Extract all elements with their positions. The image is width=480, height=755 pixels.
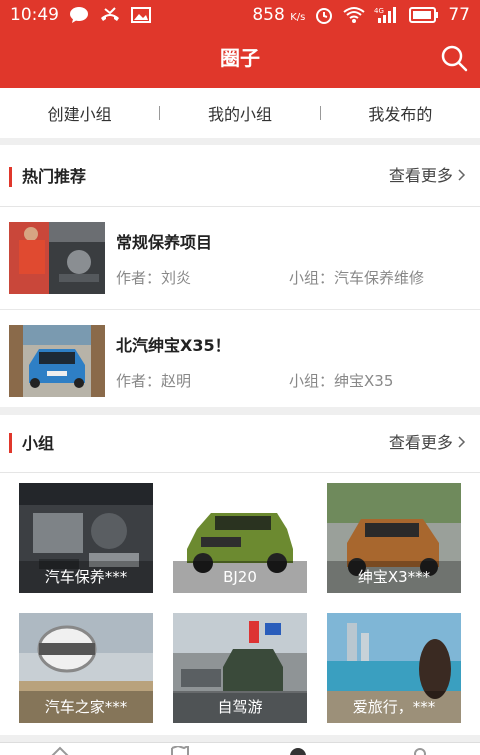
group-tabs: 创建小组 我的小组 我发布的 [0,88,480,138]
section-accent-bar [9,167,12,187]
battery-level: 77 [448,5,470,25]
wifi-icon [343,7,365,23]
hot-section-title: 热门推荐 [22,167,87,186]
groups-section-header: 小组 查看更多 [0,415,480,473]
net-speed-value: 858 [252,5,285,25]
chat-icon [70,7,88,23]
hot-more-link[interactable]: 查看更多 [389,145,466,207]
chevron-right-icon [458,169,466,181]
post-author: 作者：赵明 [116,372,192,390]
groups-more-label: 查看更多 [388,433,453,452]
group-name: 汽车保养*** [19,561,153,593]
bottom-nav [0,742,480,755]
clock: 10:49 [10,5,59,25]
hot-item[interactable]: 北汽绅宝X35！ 作者：赵明 小组：绅宝X35 [0,310,480,413]
section-accent-bar [9,433,12,453]
post-title: 常规保养项目 [116,233,213,252]
group-tile[interactable]: BJ20 [173,483,307,593]
hot-more-label: 查看更多 [388,166,453,185]
post-thumbnail [9,325,105,397]
groups-section: 小组 查看更多 汽车保养*** BJ20 绅宝X3*** 汽车之家*** 自驾游… [0,415,480,735]
post-thumbnail [9,222,105,294]
tab-my-groups[interactable]: 我的小组 [160,101,319,125]
post-group: 小组：绅宝X35 [289,372,394,390]
search-icon[interactable] [440,44,468,72]
net-speed: 858 K/s [252,5,305,25]
post-group: 小组：汽车保养维修 [289,269,425,287]
home-icon[interactable] [50,746,70,755]
map-icon[interactable] [170,746,190,755]
groups-section-title: 小组 [22,434,55,453]
group-name: 绅宝X3*** [327,561,461,593]
group-tile[interactable]: 爱旅行，*** [327,613,461,723]
signal-icon: 4G [374,7,397,23]
battery-icon [409,7,439,23]
group-tile[interactable]: 绅宝X3*** [327,483,461,593]
svg-text:4G: 4G [374,7,384,15]
post-title: 北汽绅宝X35！ [116,336,231,355]
page-title: 圈子 [220,46,260,70]
hot-section: 热门推荐 查看更多 常规保养项目 作者：刘炎 小组：汽车保养维修 北汽绅宝X35… [0,145,480,407]
missed-call-icon [101,7,119,21]
group-tile[interactable]: 自驾游 [173,613,307,723]
alarm-icon [316,8,333,24]
image-icon [131,7,151,23]
chevron-right-icon [458,436,466,448]
group-name: 爱旅行，*** [327,691,461,723]
circle-nav-icon[interactable] [288,746,308,755]
groups-more-link[interactable]: 查看更多 [389,415,466,471]
hot-section-header: 热门推荐 查看更多 [0,145,480,207]
group-name: 汽车之家*** [19,691,153,723]
tab-create-group[interactable]: 创建小组 [0,101,159,125]
group-tile[interactable]: 汽车保养*** [19,483,153,593]
group-name: 自驾游 [173,691,307,723]
post-author: 作者：刘炎 [116,269,192,287]
app-bar: 圈子 [0,30,480,88]
hot-item[interactable]: 常规保养项目 作者：刘炎 小组：汽车保养维修 [0,207,480,310]
profile-icon[interactable] [410,746,430,755]
net-speed-unit: K/s [290,12,306,23]
group-name: BJ20 [173,561,307,593]
status-bar: 10:49 858 K/s 4G 77 [0,0,480,30]
group-tile[interactable]: 汽车之家*** [19,613,153,723]
tab-my-posts[interactable]: 我发布的 [321,101,480,125]
